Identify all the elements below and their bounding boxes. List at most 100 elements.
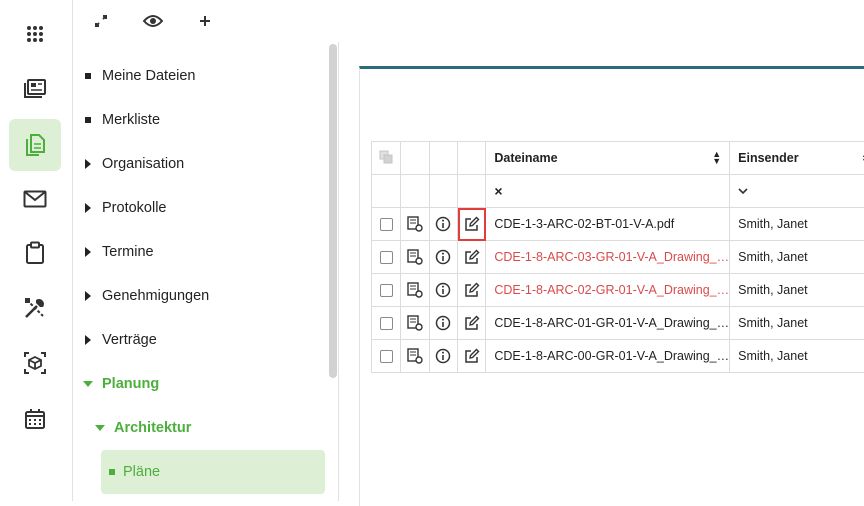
file-name-cell[interactable]: CDE-1-8-ARC-01-GR-01-V-A_Drawing_… <box>486 307 730 340</box>
tree-toolbar <box>74 0 338 42</box>
table-row[interactable]: CDE-1-8-ARC-01-GR-01-V-A_Drawing_… Smith… <box>372 307 864 340</box>
metadata-icon[interactable] <box>406 248 424 266</box>
edit-icon[interactable] <box>463 281 481 299</box>
documents-button[interactable] <box>9 119 61 171</box>
tree-item-label: Pläne <box>123 464 160 480</box>
sender-cell: Smith, Janet <box>730 208 864 241</box>
eye-icon <box>143 14 163 28</box>
header-spacer <box>429 142 457 175</box>
tree-item-protokolle[interactable]: Protokolle <box>74 188 326 228</box>
metadata-icon[interactable] <box>406 314 424 332</box>
tools-button[interactable] <box>9 282 61 334</box>
tree-item-termine[interactable]: Termine <box>74 232 326 272</box>
metadata-icon[interactable] <box>406 347 424 365</box>
document-panel: Dateiname ▲▼ Einsender ▲▼ × <box>359 66 864 506</box>
clear-filter-icon[interactable]: × <box>494 183 502 199</box>
clipboard-button[interactable] <box>9 227 61 279</box>
folder-tree-panel: Meine Dateien Merkliste Organisation Pro… <box>74 0 338 501</box>
metadata-icon[interactable] <box>406 215 424 233</box>
table-row[interactable]: CDE-1-8-ARC-00-GR-01-V-A_Drawing_… Smith… <box>372 340 864 373</box>
expand-arrow-icon[interactable] <box>74 247 102 257</box>
table-row[interactable]: CDE-1-8-ARC-03-GR-01-V-A_Drawing_… Smith… <box>372 241 864 274</box>
multi-select-icon[interactable] <box>379 150 393 164</box>
3d-model-button[interactable] <box>9 337 61 389</box>
row-checkbox[interactable] <box>380 284 393 297</box>
filter-spacer <box>458 175 486 208</box>
filter-spacer <box>372 175 401 208</box>
tree-item-label: Genehmigungen <box>102 288 209 304</box>
row-icon-cell <box>429 274 457 307</box>
select-all-cell[interactable] <box>372 142 401 175</box>
tree-item-plaene[interactable]: Pläne <box>101 450 325 494</box>
row-checkbox[interactable] <box>380 218 393 231</box>
table-header-row: Dateiname ▲▼ Einsender ▲▼ <box>372 142 864 175</box>
collapse-button[interactable] <box>90 10 112 32</box>
column-header-label: Einsender <box>738 151 798 165</box>
tools-icon <box>23 296 47 320</box>
row-icon-cell <box>458 241 486 274</box>
tree-item-organisation[interactable]: Organisation <box>74 144 326 184</box>
collapse-arrow-icon[interactable] <box>86 425 114 431</box>
row-icon-cell <box>401 307 429 340</box>
mail-button[interactable] <box>9 173 61 225</box>
tree-item-label: Verträge <box>102 332 157 348</box>
info-icon[interactable] <box>434 248 452 266</box>
tree-item-architektur[interactable]: Architektur <box>86 408 326 448</box>
tree-item-vertraege[interactable]: Verträge <box>74 320 326 360</box>
add-button[interactable] <box>194 10 216 32</box>
collapse-arrow-icon[interactable] <box>74 381 102 387</box>
expand-arrow-icon[interactable] <box>74 203 102 213</box>
row-checkbox-cell <box>372 274 401 307</box>
file-name-cell[interactable]: CDE-1-8-ARC-03-GR-01-V-A_Drawing_… <box>486 241 730 274</box>
name-filter-cell[interactable]: × <box>486 175 730 208</box>
row-checkbox[interactable] <box>380 251 393 264</box>
sort-icon[interactable]: ▲▼ <box>712 151 721 165</box>
header-spacer <box>458 142 486 175</box>
filter-spacer <box>429 175 457 208</box>
row-icon-cell <box>429 208 457 241</box>
eye-button[interactable] <box>142 10 164 32</box>
documents-table: Dateiname ▲▼ Einsender ▲▼ × <box>371 141 864 373</box>
sender-cell: Smith, Janet <box>730 241 864 274</box>
tree-item-meine-dateien[interactable]: Meine Dateien <box>74 56 326 96</box>
dashboard-button[interactable] <box>9 63 61 115</box>
info-icon[interactable] <box>434 281 452 299</box>
column-header-einsender[interactable]: Einsender ▲▼ <box>730 142 864 175</box>
sender-filter-cell[interactable] <box>730 175 864 208</box>
column-header-dateiname[interactable]: Dateiname ▲▼ <box>486 142 730 175</box>
tree-item-genehmigungen[interactable]: Genehmigungen <box>74 276 326 316</box>
filter-spacer <box>401 175 429 208</box>
tree-item-merkliste[interactable]: Merkliste <box>74 100 326 140</box>
expand-arrow-icon[interactable] <box>74 335 102 345</box>
table-row[interactable]: CDE-1-3-ARC-02-BT-01-V-A.pdf Smith, Jane… <box>372 208 864 241</box>
file-name-cell[interactable]: CDE-1-8-ARC-00-GR-01-V-A_Drawing_… <box>486 340 730 373</box>
expand-arrow-icon[interactable] <box>74 291 102 301</box>
edit-icon[interactable] <box>463 314 481 332</box>
row-icon-cell <box>458 274 486 307</box>
file-name-cell[interactable]: CDE-1-8-ARC-02-GR-01-V-A_Drawing_… <box>486 274 730 307</box>
header-spacer <box>401 142 429 175</box>
info-icon[interactable] <box>434 314 452 332</box>
row-checkbox[interactable] <box>380 350 393 363</box>
row-icon-cell <box>401 274 429 307</box>
tree-item-planung[interactable]: Planung <box>74 364 326 404</box>
tree-scrollbar-thumb[interactable] <box>329 44 337 378</box>
tree-item-label: Planung <box>102 376 159 392</box>
chevron-down-icon[interactable] <box>738 187 748 195</box>
calendar-button[interactable] <box>9 393 61 445</box>
row-checkbox-cell <box>372 208 401 241</box>
table-row[interactable]: CDE-1-8-ARC-02-GR-01-V-A_Drawing_… Smith… <box>372 274 864 307</box>
tree-item-label: Protokolle <box>102 200 166 216</box>
row-checkbox[interactable] <box>380 317 393 330</box>
info-icon[interactable] <box>434 347 452 365</box>
info-icon[interactable] <box>434 215 452 233</box>
metadata-icon[interactable] <box>406 281 424 299</box>
expand-arrow-icon[interactable] <box>74 159 102 169</box>
edit-icon[interactable] <box>463 248 481 266</box>
column-header-label: Dateiname <box>494 151 557 165</box>
collapse-icon <box>93 13 109 29</box>
edit-icon[interactable] <box>463 347 481 365</box>
edit-icon[interactable] <box>463 215 481 233</box>
file-name-cell[interactable]: CDE-1-3-ARC-02-BT-01-V-A.pdf <box>486 208 730 241</box>
apps-grid-button[interactable] <box>9 8 61 60</box>
